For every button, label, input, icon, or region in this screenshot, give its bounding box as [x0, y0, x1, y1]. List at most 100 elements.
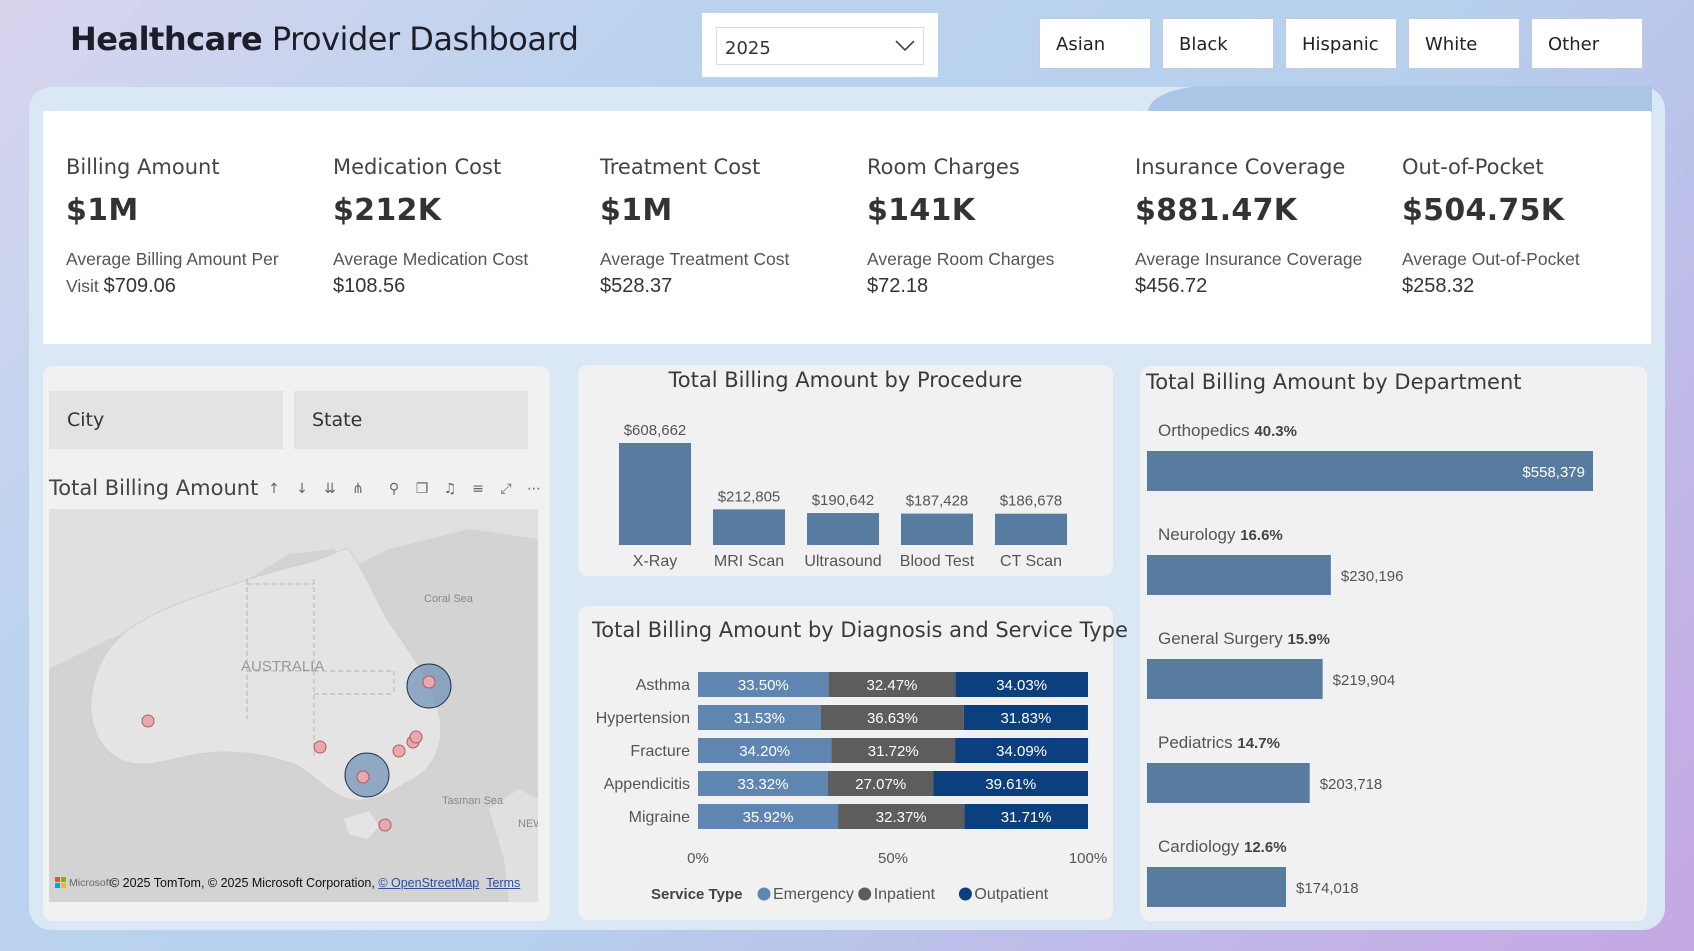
procedure-bar[interactable] — [995, 513, 1067, 545]
ethnicity-button-white[interactable]: White — [1408, 18, 1520, 69]
kpi-sub: Average Out-of-Pocket $258.32 — [1402, 246, 1642, 300]
map-bubble[interactable] — [422, 675, 436, 689]
department-share: 14.7% — [1237, 735, 1280, 752]
procedure-bar-chart: $608,662 X-Ray $212,805 MRI Scan $190,642 Ult… — [619, 422, 1067, 570]
osm-link[interactable]: © OpenStreetMap — [378, 876, 479, 890]
procedure-data-label: $186,678 — [1000, 493, 1063, 510]
bell-icon[interactable]: ♫ — [438, 478, 462, 500]
more-options-icon[interactable]: ⋯ — [522, 478, 546, 500]
procedure-bar[interactable] — [713, 509, 785, 545]
department-bar[interactable] — [1147, 659, 1323, 699]
kpi-label: Treatment Cost — [600, 155, 761, 179]
map-attribution: © 2025 TomTom, © 2025 Microsoft Corporat… — [110, 876, 520, 890]
kpi-label: Billing Amount — [66, 155, 220, 179]
state-slicer[interactable]: State — [294, 391, 528, 449]
legend-label-outpatient[interactable]: Outpatient — [974, 886, 1048, 903]
department-data-label: $219,904 — [1333, 672, 1396, 689]
visual-toolbar: ↑ ↓ ⇊ ⋔ ⚲ ❐ ♫ ≡ ⤢ ⋯ — [258, 476, 548, 502]
drill-up-icon[interactable]: ↑ — [262, 478, 286, 500]
kpi-value: $504.75K — [1402, 193, 1565, 228]
diagnosis-segment-label: 31.53% — [734, 710, 785, 727]
procedure-data-label: $212,805 — [718, 488, 781, 505]
diagnosis-segment-label: 32.37% — [876, 809, 927, 826]
diagnosis-category-label: Asthma — [636, 677, 690, 694]
procedure-data-label: $608,662 — [624, 422, 687, 439]
kpi-value: $1M — [66, 193, 139, 228]
department-bar[interactable] — [1147, 555, 1331, 595]
diagnosis-x-tick: 100% — [1069, 850, 1107, 867]
department-data-label: $174,018 — [1296, 880, 1359, 897]
kpi-label: Out-of-Pocket — [1402, 155, 1544, 179]
department-bar[interactable] — [1147, 763, 1310, 803]
kpi-insurance-coverage: Insurance Coverage $881.47K Average Insu… — [1135, 155, 1375, 300]
diagnosis-segment-label: 32.47% — [867, 677, 918, 694]
department-label: Pediatrics 14.7% — [1158, 733, 1280, 752]
city-slicer[interactable]: City — [49, 391, 283, 449]
ethnicity-button-hispanic[interactable]: Hispanic — [1285, 18, 1397, 69]
department-label: Neurology 16.6% — [1158, 525, 1283, 544]
department-data-label: $558,379 — [1522, 464, 1585, 481]
ethnicity-button-other[interactable]: Other — [1531, 18, 1643, 69]
year-dropdown[interactable]: 2025 — [716, 27, 924, 65]
kpi-billing-amount: Billing Amount $1M Average Billing Amoun… — [66, 155, 306, 300]
diagnosis-chart-title: Total Billing Amount by Diagnosis and Se… — [592, 618, 1128, 642]
legend-marker-inpatient — [858, 887, 872, 901]
kpi-label: Room Charges — [867, 155, 1020, 179]
procedure-category-label: CT Scan — [1000, 553, 1062, 570]
map-bubble-canberra[interactable] — [392, 744, 406, 758]
kpi-sub: Average Treatment Cost $528.37 — [600, 246, 840, 300]
kpi-out-of-pocket: Out-of-Pocket $504.75K Average Out-of-Po… — [1402, 155, 1642, 300]
page-title: Healthcare Provider Dashboard — [70, 20, 579, 58]
copy-icon[interactable]: ❐ — [410, 478, 434, 500]
diagnosis-x-tick: 0% — [687, 850, 709, 867]
kpi-strip: Billing Amount $1M Average Billing Amoun… — [43, 111, 1651, 344]
map-bubble-adelaide[interactable] — [313, 740, 327, 754]
department-label: Orthopedics 40.3% — [1158, 421, 1297, 440]
expand-all-icon[interactable]: ⇊ — [318, 478, 342, 500]
focus-mode-icon[interactable]: ⤢ — [494, 478, 518, 500]
diagnosis-segment-label: 33.32% — [738, 776, 789, 793]
department-label: General Surgery 15.9% — [1158, 629, 1330, 648]
map-bubble-newcastle[interactable] — [409, 730, 423, 744]
filter-icon[interactable]: ≡ — [466, 478, 490, 500]
procedure-bar[interactable] — [807, 513, 879, 545]
procedure-bar[interactable] — [619, 443, 691, 545]
department-data-label: $203,718 — [1320, 776, 1383, 793]
kpi-sub-value: $258.32 — [1402, 275, 1475, 297]
procedure-chart-title: Total Billing Amount by Procedure — [668, 368, 1023, 392]
department-share: 16.6% — [1240, 527, 1283, 544]
kpi-value: $141K — [867, 193, 976, 228]
kpi-sub-label: Average Out-of-Pocket — [1402, 249, 1580, 269]
map-view[interactable]: AUSTRALIA Coral Sea Tasman Sea NEW Micro… — [49, 509, 538, 902]
department-data-label: $230,196 — [1341, 568, 1404, 585]
legend-label-inpatient[interactable]: Inpatient — [874, 886, 936, 903]
diagnosis-segment-label: 34.03% — [996, 677, 1047, 694]
kpi-sub-value: $108.56 — [333, 275, 406, 297]
diagnosis-category-label: Fracture — [630, 743, 690, 760]
kpi-sub-label: Average Room Charges — [867, 249, 1055, 269]
pin-icon[interactable]: ⚲ — [382, 478, 406, 500]
map-bubble-hobart[interactable] — [378, 818, 392, 832]
terms-link[interactable]: Terms — [486, 876, 520, 890]
map-bubble[interactable] — [356, 770, 370, 784]
kpi-medication-cost: Medication Cost $212K Average Medication… — [333, 155, 573, 300]
diagnosis-stacked-chart: Asthma 33.50% 32.47% 34.03% Hypertension 31.5… — [596, 672, 1107, 903]
legend-title: Service Type — [651, 886, 742, 903]
diagnosis-x-tick: 50% — [878, 850, 908, 867]
legend-label-emergency[interactable]: Emergency — [773, 886, 854, 903]
ethnicity-button-asian[interactable]: Asian — [1039, 18, 1151, 69]
diagnosis-category-label: Migraine — [629, 809, 690, 826]
procedure-bar[interactable] — [901, 513, 973, 545]
kpi-sub-value: $528.37 — [600, 275, 673, 297]
kpi-sub-label: Average Treatment Cost — [600, 249, 790, 269]
map-bubble-perth[interactable] — [141, 714, 155, 728]
legend-marker-emergency — [757, 887, 771, 901]
ethnicity-button-black[interactable]: Black — [1162, 18, 1274, 69]
legend-marker-outpatient — [958, 887, 972, 901]
department-bar[interactable] — [1147, 867, 1286, 907]
drill-down-icon[interactable]: ↓ — [290, 478, 314, 500]
hierarchy-icon[interactable]: ⋔ — [346, 478, 370, 500]
year-slicer: 2025 — [702, 13, 938, 77]
department-chart-title: Total Billing Amount by Department — [1146, 370, 1522, 394]
chevron-down-icon — [895, 40, 915, 52]
